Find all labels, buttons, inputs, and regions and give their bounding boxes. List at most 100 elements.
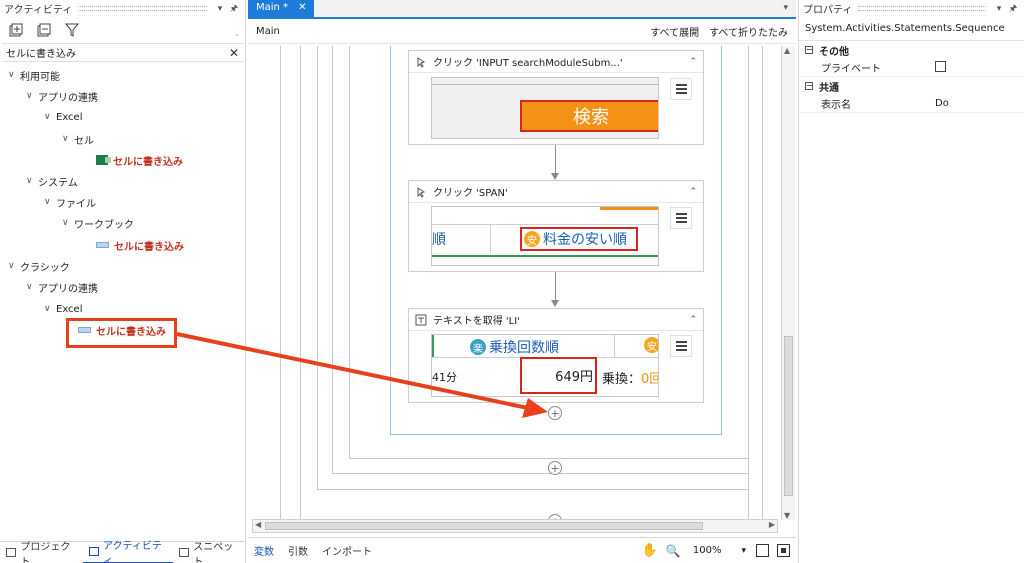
overview-map-icon[interactable] <box>777 544 790 557</box>
screenshot-badge: 安 <box>524 231 540 247</box>
panel-grip[interactable] <box>78 6 207 11</box>
chevron-down-icon[interactable]: ∨ <box>44 112 56 122</box>
add-activity-plus-icon[interactable]: + <box>548 406 562 420</box>
workflow-designer: Main * ✕ ▾ Main すべて展開 すべて折りたたみ クリック 'INP… <box>248 0 796 563</box>
chevron-down-icon[interactable]: ∨ <box>44 304 56 314</box>
chevron-down-icon[interactable]: ∨ <box>8 70 20 80</box>
pin-icon[interactable]: 🖈 <box>227 1 241 17</box>
scroll-up-icon[interactable]: ▲ <box>784 46 790 55</box>
scroll-left-icon[interactable]: ◀ <box>255 520 261 529</box>
zoom-search-icon[interactable]: 🔍 <box>666 544 681 558</box>
annotation-highlight-box <box>66 318 177 348</box>
tree-node-label: セルに書き込み <box>114 241 184 253</box>
chevron-down-icon[interactable]: ∨ <box>62 134 74 144</box>
screenshot-divider <box>490 225 491 253</box>
chevron-down-icon[interactable]: ∨ <box>26 176 38 186</box>
horizontal-scroll-thumb[interactable] <box>265 522 703 530</box>
tree-node-app-integration[interactable]: ∨ アプリの連携 <box>26 86 98 106</box>
collapse-all-link[interactable]: すべて折りたたみ <box>709 24 788 39</box>
vertical-scrollbar[interactable]: ▲ ▼ <box>781 46 795 520</box>
designer-canvas[interactable]: クリック 'INPUT searchModuleSubm...' ⌃ 検索 クリ… <box>248 46 780 520</box>
breadcrumb[interactable]: Main <box>256 26 640 37</box>
tree-activity-write-cell-modern[interactable]: セルに書き込み <box>96 150 183 170</box>
chevron-down-icon[interactable]: ∨ <box>26 91 38 101</box>
outline-line <box>349 458 748 459</box>
tree-node-file[interactable]: ∨ ファイル <box>44 192 96 212</box>
clear-search-icon[interactable]: ✕ <box>229 46 239 60</box>
collapse-icon[interactable]: ⌃ <box>689 57 697 67</box>
chevron-down-icon[interactable]: ∨ <box>26 282 38 292</box>
pin-icon[interactable]: 🖈 <box>1006 1 1020 17</box>
screenshot-green-line <box>432 255 658 257</box>
add-activity-plus-icon[interactable]: + <box>548 461 562 475</box>
collapse-icon[interactable]: ⌃ <box>689 187 697 197</box>
flow-connector <box>555 145 556 173</box>
property-category-common[interactable]: − 共通 <box>799 77 1024 95</box>
collapse-box-icon[interactable]: − <box>805 46 813 54</box>
activity-menu-button[interactable] <box>670 335 692 357</box>
screenshot-header: 乗換回数順 <box>489 340 559 356</box>
outline-line <box>332 46 333 473</box>
tree-node-label: ワークブック <box>74 219 134 231</box>
tree-activity-write-cell-workbook[interactable]: セルに書き込み <box>96 235 184 255</box>
property-type-name: System.Activities.Statements.Sequence <box>799 17 1024 41</box>
tab-project[interactable]: プロジェクト <box>0 542 83 563</box>
property-category-misc[interactable]: − その他 <box>799 41 1024 59</box>
close-icon[interactable]: ✕ <box>298 2 306 13</box>
tree-node-excel-classic[interactable]: ∨ Excel <box>44 299 83 319</box>
horizontal-scrollbar[interactable]: ◀ ▶ <box>252 519 778 533</box>
click-icon <box>415 56 427 68</box>
display-name-field[interactable]: Do <box>935 98 1024 109</box>
properties-panel: プロパティ ▾ 🖈 System.Activities.Statements.S… <box>798 0 1024 563</box>
tree-node-available[interactable]: ∨ 利用可能 <box>8 65 60 85</box>
zoom-level[interactable]: 100% <box>693 545 722 556</box>
activity-click-search[interactable]: クリック 'INPUT searchModuleSubm...' ⌃ 検索 <box>408 50 704 145</box>
activity-menu-button[interactable] <box>670 207 692 229</box>
tree-node-app-integration-classic[interactable]: ∨ アプリの連携 <box>26 277 98 297</box>
tab-dropdown-icon[interactable]: ▾ <box>783 3 788 13</box>
tab-arguments[interactable]: 引数 <box>288 543 308 558</box>
collapse-box-icon[interactable]: − <box>805 82 813 90</box>
activity-menu-button[interactable] <box>670 78 692 100</box>
tree-node-workbook[interactable]: ∨ ワークブック <box>62 213 134 233</box>
expand-all-link[interactable]: すべて展開 <box>650 24 699 39</box>
panel-grip[interactable] <box>858 6 986 11</box>
chevron-down-icon[interactable]: ∨ <box>8 261 20 271</box>
vertical-scroll-thumb[interactable] <box>784 336 793 496</box>
toolbar-overflow-icon[interactable]: ⁼ <box>235 32 239 41</box>
expand-all-icon[interactable] <box>8 22 24 38</box>
activity-click-span[interactable]: クリック 'SPAN' ⌃ 順 安 料金の安い順 <box>408 180 704 272</box>
chevron-down-icon[interactable]: ∨ <box>62 218 74 228</box>
fit-to-screen-icon[interactable] <box>756 544 769 557</box>
scroll-right-icon[interactable]: ▶ <box>769 520 775 529</box>
private-checkbox[interactable] <box>935 60 946 72</box>
tree-node-system[interactable]: ∨ システム <box>26 171 78 191</box>
screenshot-green-edge <box>432 335 434 357</box>
tree-node-excel[interactable]: ∨ Excel <box>44 107 83 127</box>
activities-search-input[interactable]: セルに書き込み ✕ <box>2 43 243 62</box>
panel-dropdown-icon[interactable]: ▾ <box>213 4 227 14</box>
screenshot-badge: 楽 <box>470 339 486 355</box>
properties-panel-title: プロパティ <box>803 5 853 16</box>
filter-icon[interactable] <box>64 22 80 38</box>
tab-activities[interactable]: アクティビティ <box>82 541 173 563</box>
tab-variables[interactable]: 変数 <box>254 543 274 558</box>
property-value[interactable] <box>935 60 1024 75</box>
activity-get-text-li[interactable]: テキストを取得 'LI' ⌃ 楽 乗換回数順 安 41分 649円 乗換：0回 <box>408 308 704 403</box>
scroll-down-icon[interactable]: ▼ <box>784 511 790 520</box>
tree-node-cell[interactable]: ∨ セル <box>62 129 94 149</box>
chevron-down-icon[interactable]: ∨ <box>44 197 56 207</box>
panel-dropdown-icon[interactable]: ▾ <box>992 4 1006 14</box>
activity-header: クリック 'INPUT searchModuleSubm...' ⌃ <box>409 51 703 73</box>
zoom-dropdown-icon[interactable]: ▾ <box>741 546 746 556</box>
tab-imports[interactable]: インポート <box>322 543 372 558</box>
tab-snippets[interactable]: スニペット <box>173 542 246 563</box>
click-icon <box>415 186 427 198</box>
collapse-icon[interactable]: ⌃ <box>689 315 697 325</box>
activity-title: テキストを取得 'LI' <box>433 316 520 327</box>
tab-main[interactable]: Main * ✕ <box>248 0 315 17</box>
tree-node-label: 利用可能 <box>20 71 60 83</box>
collapse-all-icon[interactable] <box>36 22 52 38</box>
tree-node-classic[interactable]: ∨ クラシック <box>8 256 70 276</box>
hand-pan-icon[interactable]: ✋ <box>642 543 658 558</box>
